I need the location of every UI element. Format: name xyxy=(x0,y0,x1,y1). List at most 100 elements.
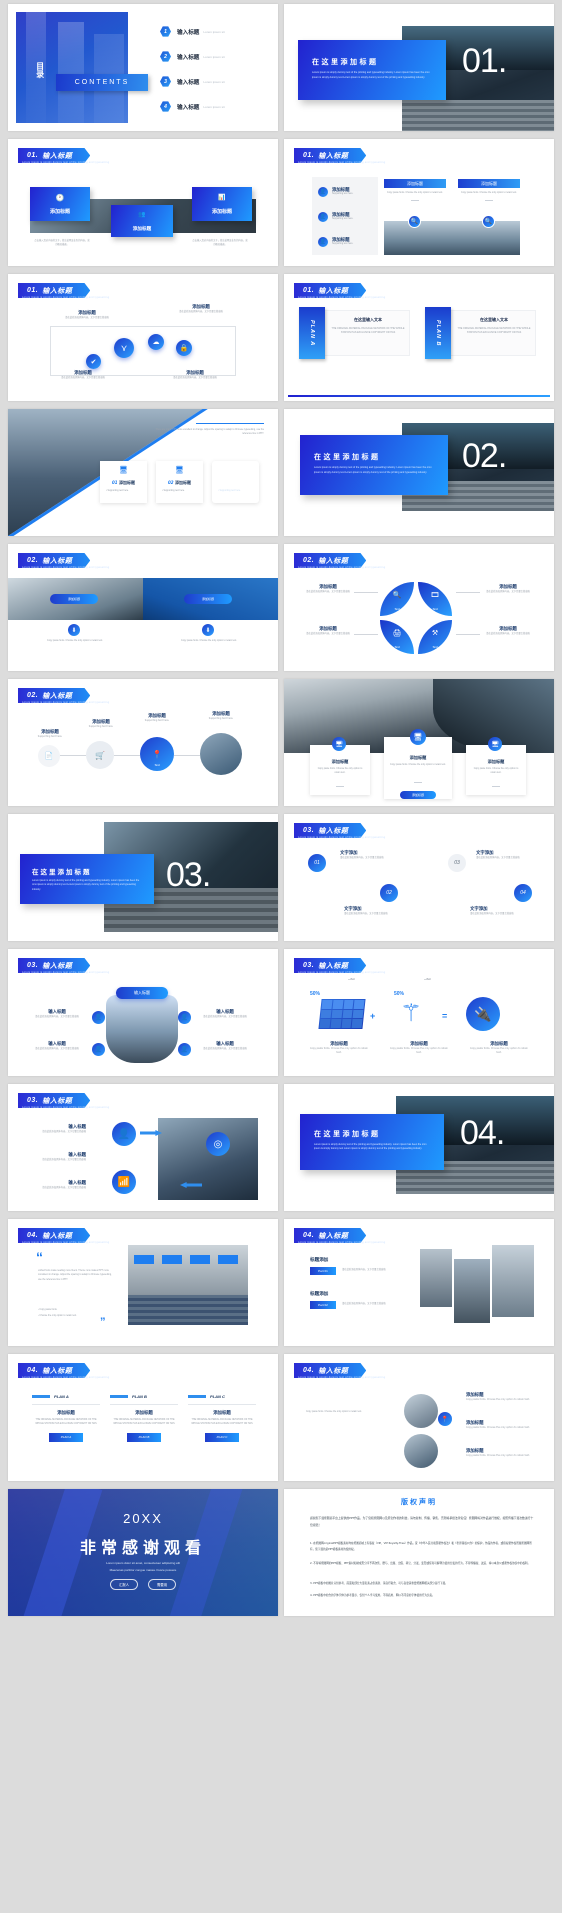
card-3[interactable]: 🖥 03 添加标题 • Supporting text here. xyxy=(212,461,259,503)
slide-03-arrow-cycle[interactable]: 03. 输入标题 Lorem ipsum is simply dummy text… xyxy=(8,1084,278,1211)
step-4[interactable] xyxy=(200,733,242,775)
connector xyxy=(354,592,378,593)
user-icon[interactable]: 👤 xyxy=(178,1011,191,1024)
step-1[interactable]: 📄 xyxy=(38,745,60,767)
equals-icon: = xyxy=(442,1011,448,1021)
slide-divider-03[interactable]: 03. 在这里添加标题 Lorem ipsum is simply dummy … xyxy=(8,814,278,941)
slide-04-circles-right[interactable]: 04. 输入标题 Lorem ipsum is simply dummy text… xyxy=(284,1354,554,1481)
node-circle-3[interactable]: 03 xyxy=(448,854,466,872)
person-icon[interactable]: 👤 xyxy=(112,1122,136,1146)
user-icon[interactable]: 👤 xyxy=(92,1043,105,1056)
slide-diagonal-photo-cards[interactable]: There are many PPT more excellent to cha… xyxy=(8,409,278,536)
slide-01-three-cards[interactable]: 01. 输入标题 Lorem ipsum is simply dummy text… xyxy=(8,139,278,266)
panel-1[interactable]: 添加标题 Copy paste fonts. Choose the only o… xyxy=(384,179,446,201)
row-tag-2[interactable]: Part 02 xyxy=(310,1301,336,1309)
node-circle-2[interactable]: 02 xyxy=(380,884,398,902)
slide-01-list-panels[interactable]: 01. 输入标题 Lorem ipsum is simply dummy text… xyxy=(284,139,554,266)
slide-03-numbered-circles[interactable]: 03. 输入标题 Lorem ipsum is simply dummy text… xyxy=(284,814,554,941)
list-item[interactable]: 👤 添加标题 Supporting text here. xyxy=(318,212,353,222)
node-label-2: 输入标题 请在此处添加具体内容，文字尽量言简意赅 xyxy=(42,1153,86,1161)
card-3[interactable]: 📊 添加标题 xyxy=(192,187,252,221)
card-title-2[interactable]: 添加标题 xyxy=(184,594,232,604)
slide-contents[interactable]: 目录 CONTENTS 1 输入标题 Lorem ipsum sit 2 输入标… xyxy=(8,4,278,131)
card-2[interactable]: 👥 添加标题 xyxy=(111,205,173,237)
plan-column-b[interactable]: PLAN B 添加标题 THE ORIGINAL MATERIAL PACKAG… xyxy=(110,1394,178,1442)
node-circle-1[interactable]: 01 xyxy=(308,854,326,872)
list-item[interactable]: 1 输入标题 Lorem ipsum sit xyxy=(160,26,272,37)
center-label[interactable]: 输入标题 xyxy=(116,987,168,999)
share-icon[interactable]: ⋎ xyxy=(114,338,134,358)
card-2[interactable]: 添加标题 Copy paste fonts. Choose the only o… xyxy=(384,737,452,799)
list-item[interactable]: 👤 添加标题 Supporting text here. xyxy=(318,237,353,247)
plan-a-panel[interactable]: PLAN A 在这里输入文本 THE ORIGINAL MATERIAL PAC… xyxy=(299,307,410,359)
toc-contents-banner[interactable]: CONTENTS xyxy=(56,74,148,91)
card-1[interactable]: 🕐 添加标题 xyxy=(30,187,90,221)
card-button[interactable]: 添加标题 xyxy=(400,791,436,799)
slide-03-energy-icons[interactable]: 03. 输入标题 Lorem ipsum is simply dummy text… xyxy=(284,949,554,1076)
plan-a-button[interactable]: PLAN A xyxy=(49,1432,83,1442)
monitor-icon: 🖥 xyxy=(119,467,128,474)
slide-01-plan-ab[interactable]: 01. 输入标题 Lorem ipsum is simply dummy text… xyxy=(284,274,554,401)
circle-photo-2[interactable] xyxy=(404,1434,438,1468)
step-3[interactable]: 📍 Text xyxy=(140,737,174,771)
slide-divider-04[interactable]: 04. 在这里添加标题 Lorem ipsum is simply dummy … xyxy=(284,1084,554,1211)
quote-open-icon: “ xyxy=(36,1249,43,1265)
card-3[interactable]: 添加标题 Copy paste fonts. Choose the only o… xyxy=(466,745,526,795)
plan-b-panel[interactable]: PLAN B 在这里输入文本 THE ORIGINAL MATERIAL PAC… xyxy=(425,307,536,359)
plan-c-button[interactable]: PLAN C xyxy=(205,1432,239,1442)
card-2[interactable]: 🖥 02 添加标题 • Supporting text here. xyxy=(156,461,203,503)
slide-header-sub: Lorem ipsum is simply dummy text of the … xyxy=(22,1241,110,1244)
card-1[interactable]: 🖥 01 添加标题 • Supporting text here. xyxy=(100,461,147,503)
slide-02-process-circles[interactable]: 02. 输入标题 Lorem ipsum is simply dummy text… xyxy=(8,679,278,806)
slide-divider-01[interactable]: 01. 在这里添加标题 Lorem ipsum is simply dummy … xyxy=(284,4,554,131)
pinwheel-segment-2[interactable]: 🎞 Text xyxy=(418,582,452,616)
slide-02-two-photo-cards[interactable]: 02. 输入标题 Lorem ipsum is simply dummy text… xyxy=(8,544,278,671)
connector xyxy=(174,755,200,756)
slide-photo-three-cards[interactable]: 添加标题 Copy paste fonts. Choose the only o… xyxy=(284,679,554,806)
slide-04-quote[interactable]: 04. 输入标题 Lorem ipsum is simply dummy text… xyxy=(8,1219,278,1346)
slide-04-plan-abc[interactable]: 04. 输入标题 Lorem ipsum is simply dummy text… xyxy=(8,1354,278,1481)
closing-button-1[interactable]: 汇报人 xyxy=(109,1579,138,1590)
toc-hex-1: 1 xyxy=(160,26,171,37)
slide-copyright[interactable]: 版权声明 感谢您下载熊图商平台上提供的PPT作品，为了您和熊图网以及原创作者的利… xyxy=(284,1489,554,1616)
node-label-3: 输入标题 请在此处添加具体内容，文字尽量言简意赅 xyxy=(42,1181,86,1189)
lock-icon[interactable]: 🔒 xyxy=(176,340,192,356)
circle-photo-1[interactable] xyxy=(404,1394,438,1428)
list-item[interactable]: 4 输入标题 Lorem ipsum sit xyxy=(160,101,272,112)
row-tag-1[interactable]: Part 01 xyxy=(310,1267,336,1275)
target-icon[interactable]: ◎ xyxy=(206,1132,230,1156)
pinwheel-segment-1[interactable]: 🔍 Text xyxy=(380,582,414,616)
list-item[interactable]: 👤 添加标题 Supporting text here. xyxy=(318,187,353,197)
user-icon[interactable]: 👤 xyxy=(92,1011,105,1024)
closing-button-2[interactable]: 需要用 xyxy=(148,1579,177,1590)
slide-divider-02[interactable]: 02. 在这里添加标题 Lorem ipsum is simply dummy … xyxy=(284,409,554,536)
card-body-1: Copy paste fonts. Choose the only option… xyxy=(47,640,103,642)
plan-column-a[interactable]: PLAN A 添加标题 THE ORIGINAL MATERIAL PACKAG… xyxy=(32,1394,100,1442)
slide-04-photo-mosaic[interactable]: 04. 输入标题 Lorem ipsum is simply dummy text… xyxy=(284,1219,554,1346)
check-icon[interactable]: ✔ xyxy=(86,354,101,369)
user-icon[interactable]: 👤 xyxy=(178,1043,191,1056)
step-label-3: 添加标题 Supporting text here. xyxy=(144,714,170,722)
pinwheel-segment-3[interactable]: 🖨 Text xyxy=(380,620,414,654)
bar-chart-icon[interactable]: 📶 xyxy=(112,1170,136,1194)
slide-thank-you[interactable]: 20XX 非常感谢观看 Lorem ipsum dolor sit amet, … xyxy=(8,1489,278,1616)
slide-03-center-cylinder[interactable]: 03. 输入标题 Lorem ipsum is simply dummy text… xyxy=(8,949,278,1076)
plan-column-c[interactable]: PLAN C 添加标题 THE ORIGINAL MATERIAL PACKAG… xyxy=(188,1394,256,1442)
step-2[interactable]: 🛒 xyxy=(86,741,114,769)
card-title-1[interactable]: 添加标题 xyxy=(50,594,98,604)
text-label-1: —Text xyxy=(348,979,355,981)
list-item[interactable]: 2 输入标题 Lorem ipsum sit xyxy=(160,51,272,62)
pinwheel-segment-4[interactable]: ⚒ Text xyxy=(418,620,452,654)
card-1[interactable]: 添加标题 Copy paste fonts. Choose the only o… xyxy=(310,745,370,795)
slide-01-four-circles[interactable]: 01. 输入标题 Lorem ipsum is simply dummy text… xyxy=(8,274,278,401)
download-icon: ⬇ xyxy=(202,624,214,636)
slide-02-pinwheel[interactable]: 02. 输入标题 Lorem ipsum is simply dummy text… xyxy=(284,544,554,671)
plan-b-button[interactable]: PLAN B xyxy=(127,1432,161,1442)
cloud-icon[interactable]: ☁ xyxy=(148,334,164,350)
row-title-1: 标题添加 xyxy=(310,1258,329,1263)
list-item[interactable]: 3 输入标题 Lorem ipsum sit xyxy=(160,76,272,87)
node-label-2: 输入标题 请在此处添加具体内容，文字尽量言简意赅 xyxy=(203,1010,247,1018)
panel-2[interactable]: 添加标题 Copy paste fonts. Choose the only o… xyxy=(458,179,520,201)
node-circle-4[interactable]: 04 xyxy=(514,884,532,902)
toc-hex-4: 4 xyxy=(160,101,171,112)
